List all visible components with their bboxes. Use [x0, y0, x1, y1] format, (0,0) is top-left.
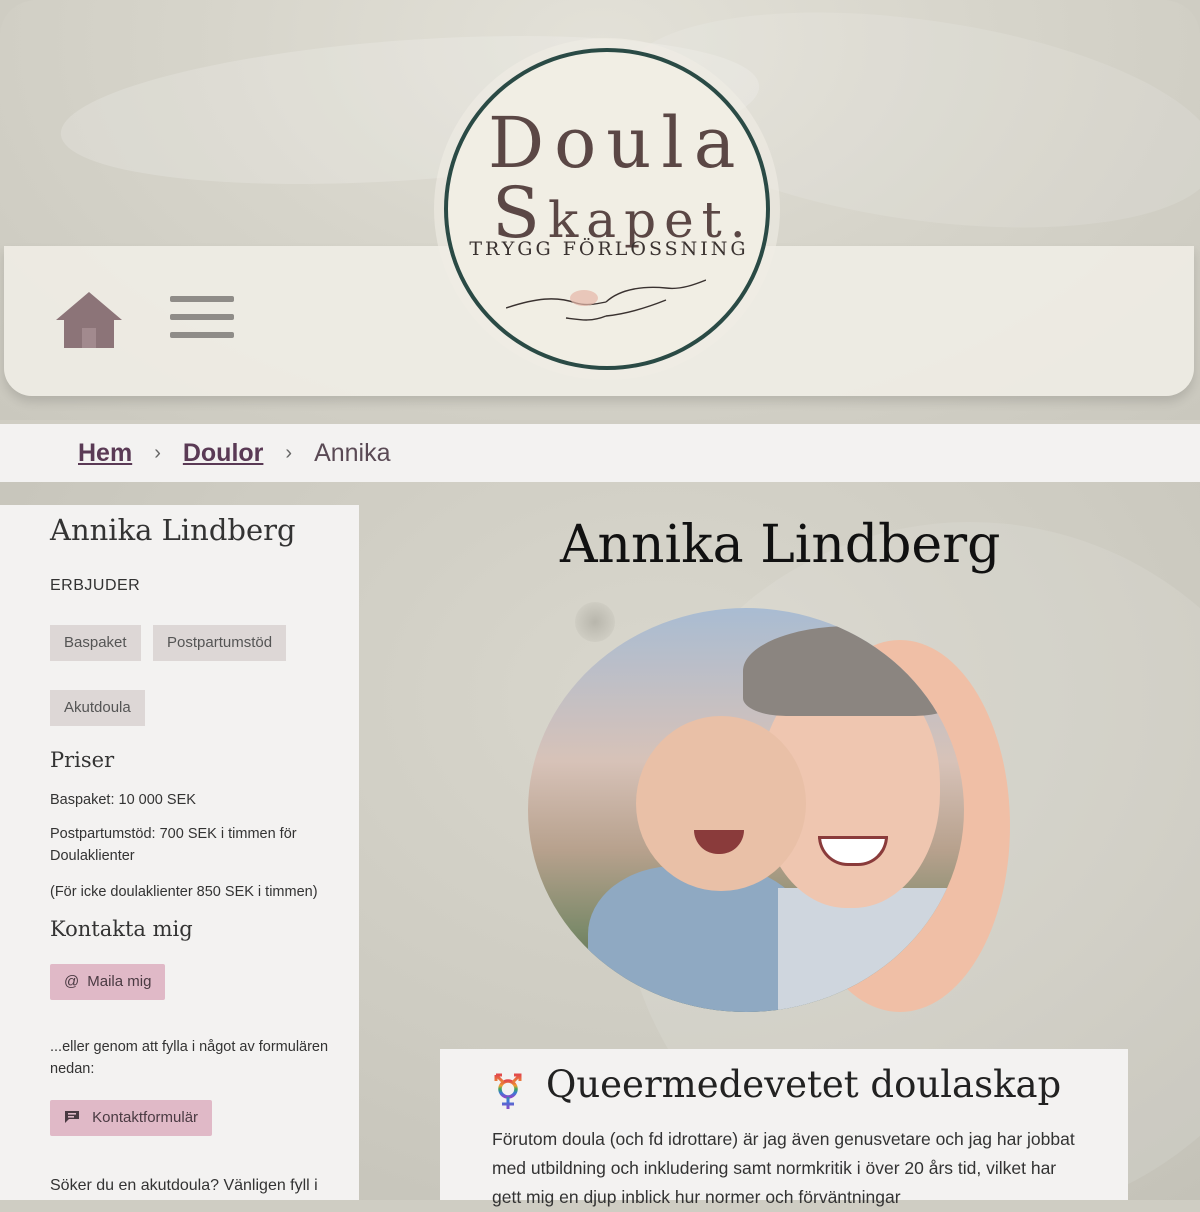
offer-tag-baspaket[interactable]: Baspaket: [50, 625, 141, 661]
offer-tag-postpartumstod[interactable]: Postpartumstöd: [153, 625, 287, 661]
prices-heading: Priser: [50, 748, 115, 772]
profile-sidebar: Annika Lindberg ERBJUDER Baspaket Postpa…: [0, 505, 359, 1200]
urgent-doula-text: Söker du en akutdoula? Vänligen fyll i: [50, 1177, 318, 1194]
queer-doula-card: Queermedevetet doulaskap Förutom doula (…: [440, 1049, 1128, 1207]
price-item: (För icke doulaklienter 850 SEK i timmen…: [50, 884, 318, 900]
card-title: Queermedevetet doulaskap: [546, 1063, 1062, 1106]
email-button[interactable]: @ Maila mig: [50, 964, 166, 1000]
home-icon[interactable]: [54, 290, 124, 350]
logo-tagline: TRYGG FÖRLOSSNING: [469, 238, 749, 260]
profile-photo: [528, 608, 964, 1012]
offers-label: ERBJUDER: [50, 577, 141, 594]
contact-heading: Kontakta mig: [50, 917, 193, 941]
profile-title: Annika Lindberg: [560, 515, 1001, 575]
breadcrumb-doulor-link[interactable]: Doulor: [183, 439, 264, 468]
email-button-label: Maila mig: [87, 973, 152, 990]
hamburger-menu-icon[interactable]: [170, 296, 234, 344]
contact-form-button[interactable]: Kontaktformulär: [50, 1100, 213, 1136]
hands-illustration-icon: [506, 279, 706, 321]
sidebar-name: Annika Lindberg: [50, 513, 296, 547]
breadcrumb: Hem › Doulor › Annika: [0, 424, 1200, 482]
price-item: Baspaket: 10 000 SEK: [50, 792, 196, 808]
price-item: Postpartumstöd: 700 SEK i timmen för Dou…: [50, 826, 297, 864]
breadcrumb-current: Annika: [314, 438, 391, 467]
contact-form-button-label: Kontaktformulär: [92, 1109, 199, 1126]
at-icon: @: [64, 973, 80, 990]
site-logo[interactable]: Doula Skapet. TRYGG FÖRLOSSNING: [444, 48, 770, 370]
offer-tag-akutdoula[interactable]: Akutdoula: [50, 690, 145, 726]
form-intro-text: ...eller genom att fylla i något av form…: [50, 1039, 329, 1077]
chat-icon: [64, 1109, 84, 1126]
breadcrumb-separator: ›: [285, 441, 293, 464]
card-body-text: Förutom doula (och fd idrottare) är jag …: [492, 1129, 1075, 1207]
breadcrumb-home-link[interactable]: Hem: [78, 439, 132, 468]
breadcrumb-separator: ›: [154, 441, 161, 464]
